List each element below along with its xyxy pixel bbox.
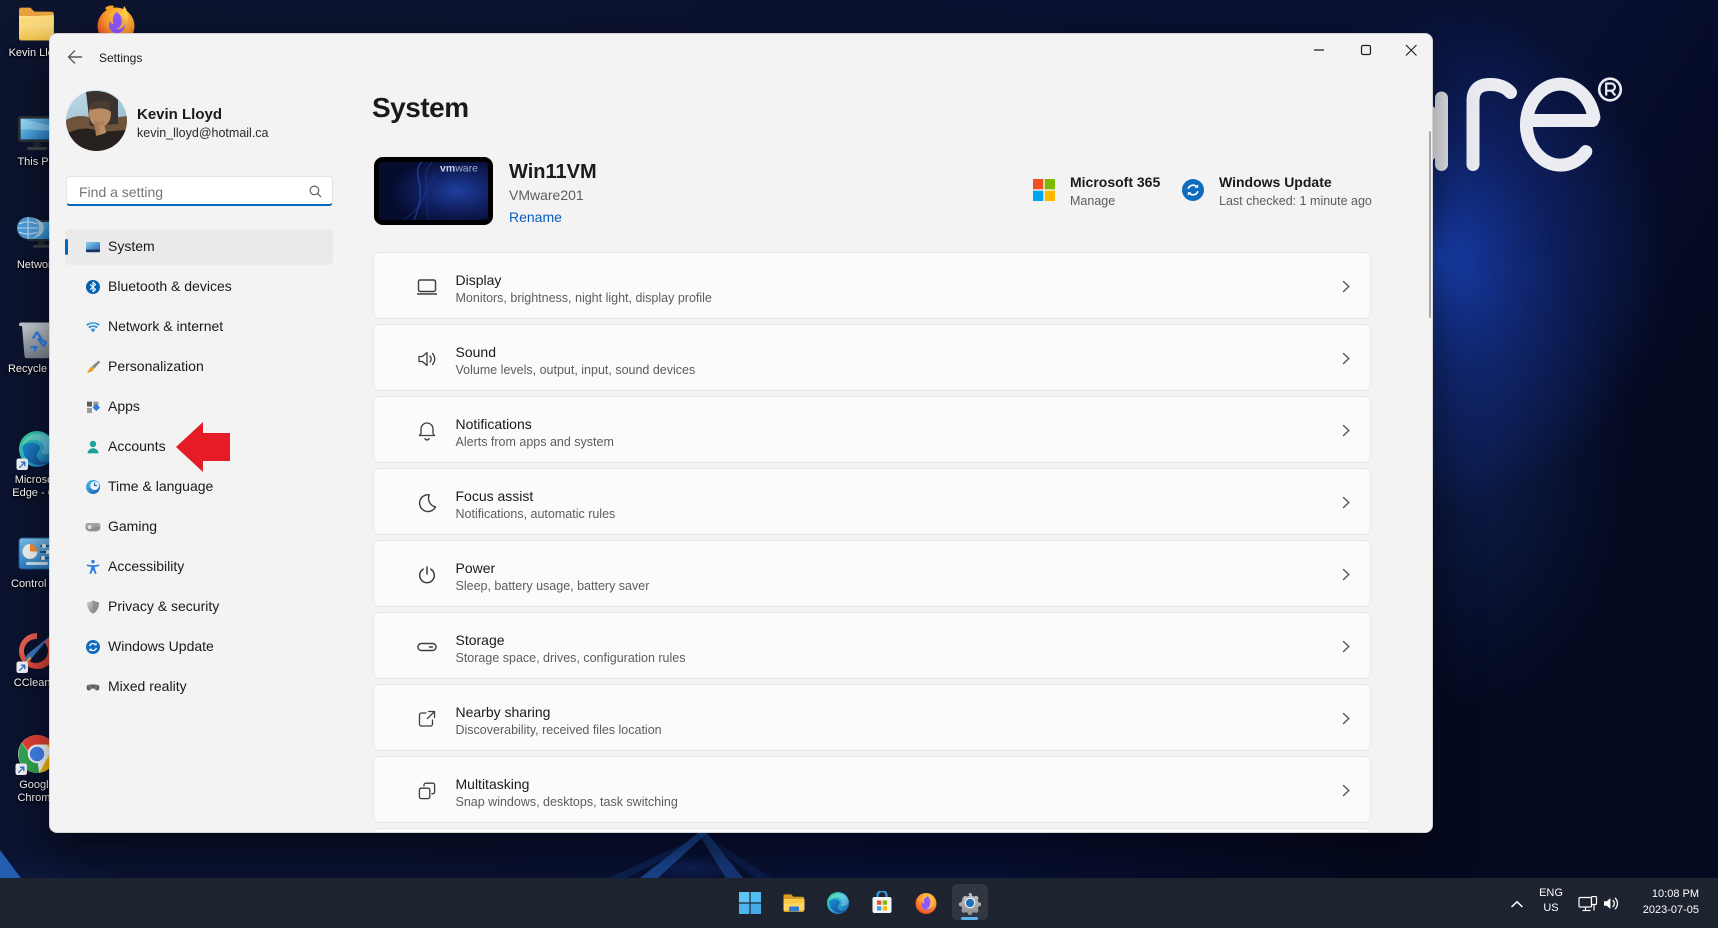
svg-text:vmware: vmware xyxy=(440,163,478,175)
